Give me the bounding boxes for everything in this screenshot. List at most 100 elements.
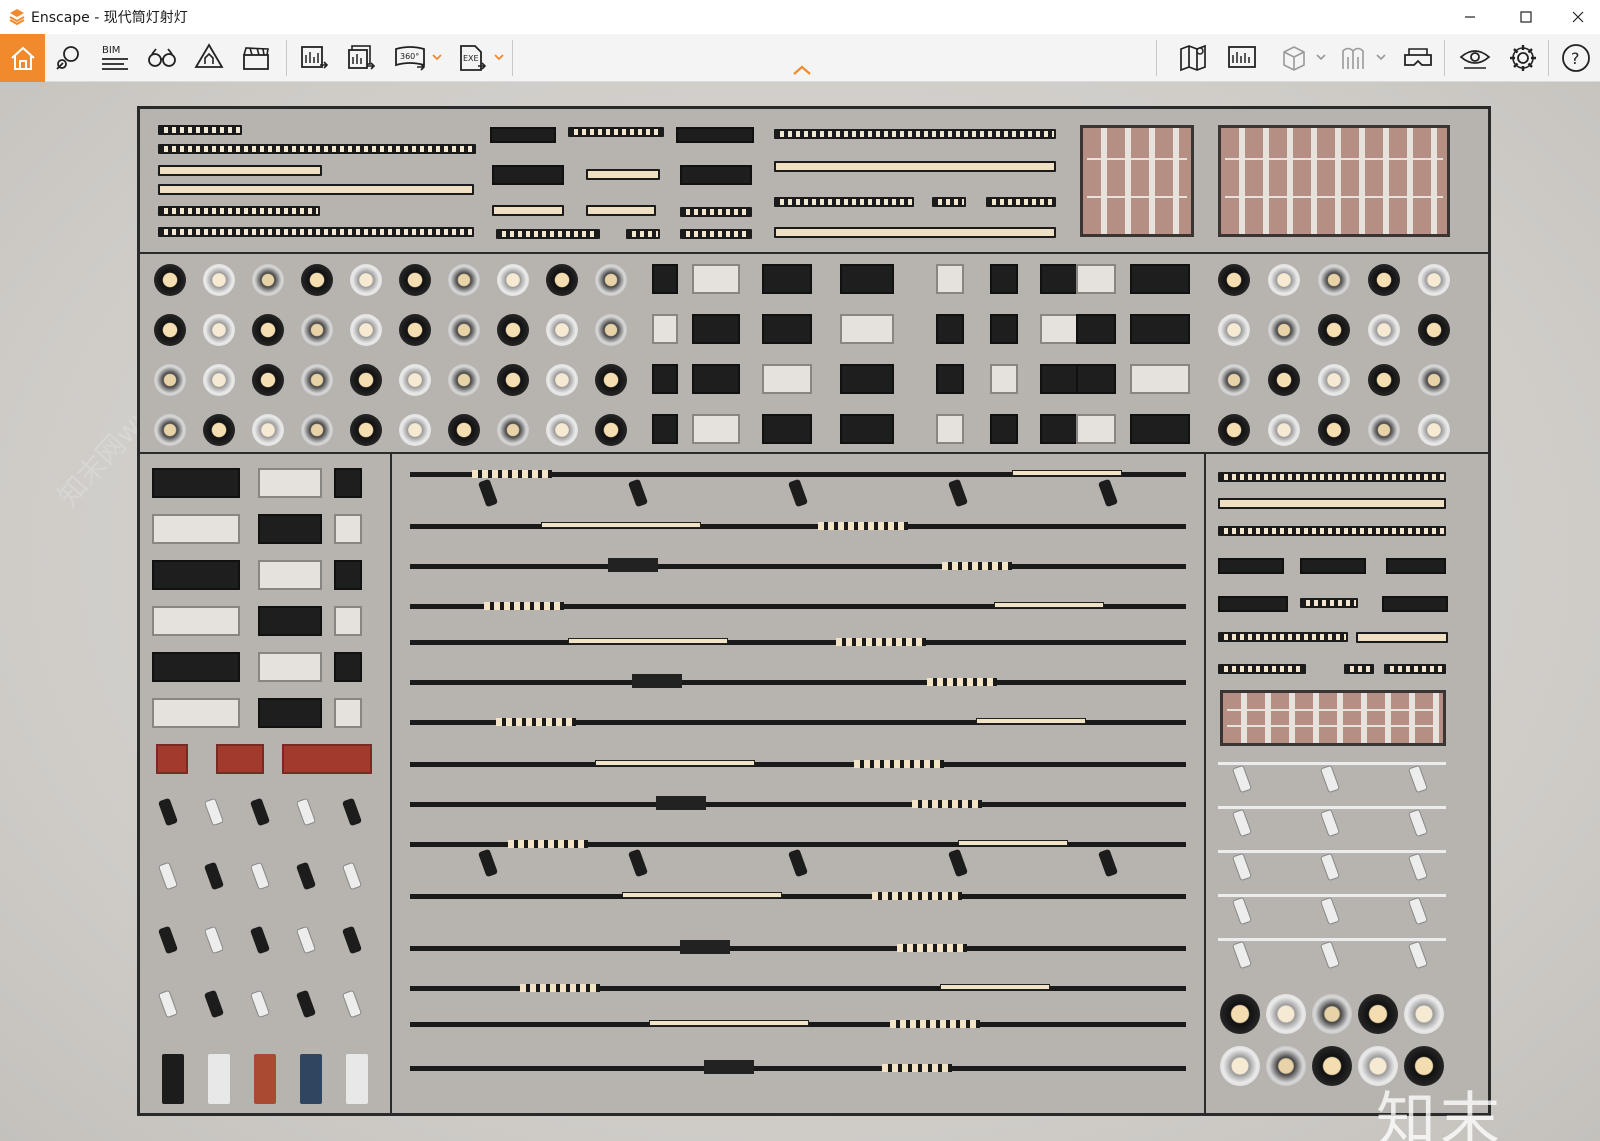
red-downlight — [282, 744, 372, 774]
downlight — [1418, 314, 1450, 346]
maximize-button[interactable] — [1500, 0, 1552, 34]
close-button[interactable] — [1552, 0, 1600, 34]
track-spotlight — [1231, 852, 1253, 882]
settings-button[interactable] — [1503, 38, 1543, 78]
downlight — [203, 414, 235, 446]
linear-light — [490, 127, 556, 143]
video-editor-button[interactable] — [236, 38, 276, 78]
track-rail — [410, 946, 1186, 951]
magnetic-linear-light — [958, 840, 1068, 846]
grille-downlight — [840, 414, 894, 444]
render-screenshot-icon — [301, 46, 329, 69]
grille-downlight — [1130, 364, 1190, 394]
visual-settings-button[interactable] — [1455, 38, 1495, 78]
track-rail — [410, 762, 1186, 767]
render-viewport[interactable]: 知末网www.znzmo.com 知末网www.znzmo.com 知末网www… — [0, 82, 1600, 1141]
magnetic-spot-block — [680, 940, 730, 954]
panorama-button[interactable]: 360° — [390, 38, 430, 78]
surface-downlight — [1220, 994, 1260, 1034]
grille-downlight — [692, 364, 740, 394]
grille-downlight — [258, 468, 322, 498]
track-spotlight — [477, 478, 499, 508]
downlight — [252, 314, 284, 346]
grille-downlight — [152, 698, 240, 728]
grille-light — [1220, 690, 1446, 746]
material-dropdown-icon[interactable] — [1376, 52, 1386, 62]
grille-downlight — [652, 414, 678, 444]
vr-headset-icon — [1404, 48, 1432, 66]
export-dropdown-icon[interactable] — [494, 52, 504, 62]
grille-downlight — [692, 264, 740, 294]
downlight — [350, 364, 382, 396]
grille-downlight — [840, 264, 894, 294]
panorama-dropdown-icon[interactable] — [432, 52, 442, 62]
magnetic-grille-light — [496, 718, 576, 726]
bim-button[interactable]: BIM — [95, 38, 135, 78]
cube-view-button[interactable] — [1274, 38, 1314, 78]
magnetic-linear-light — [649, 1020, 809, 1026]
linear-light — [586, 205, 656, 216]
grille-downlight — [258, 698, 322, 728]
render-image-button[interactable] — [294, 38, 334, 78]
downlight — [1318, 364, 1350, 396]
vr-headset-button[interactable] — [1398, 38, 1438, 78]
track-spotlight — [1097, 848, 1119, 878]
surface-spotlight — [203, 989, 225, 1019]
bim-icon: BIM — [102, 45, 128, 70]
magnetic-grille-light — [508, 840, 588, 848]
downlight — [252, 264, 284, 296]
red-downlight — [156, 744, 188, 774]
track-spotlight — [1407, 764, 1429, 794]
track-rail — [410, 524, 1186, 529]
collapse-toolbar-icon[interactable] — [792, 64, 812, 76]
home-button[interactable] — [0, 34, 45, 82]
linear-light — [496, 229, 600, 239]
magnetic-grille-light — [472, 470, 552, 478]
cube-view-dropdown-icon[interactable] — [1316, 52, 1326, 62]
linear-light — [1218, 472, 1446, 482]
minimize-icon — [1465, 16, 1475, 18]
grille-downlight — [692, 314, 740, 344]
linear-lights-panel — [139, 108, 1489, 253]
grille-downlight — [334, 468, 362, 498]
place-view-button[interactable] — [48, 38, 88, 78]
help-button[interactable]: ? — [1556, 38, 1596, 78]
material-button[interactable] — [1334, 38, 1374, 78]
svg-text:360°: 360° — [400, 52, 419, 61]
map-view-icon — [1180, 44, 1206, 72]
downlight — [448, 264, 480, 296]
export-exe-button[interactable]: EXE — [452, 38, 492, 78]
downlight — [1418, 364, 1450, 396]
downlight — [154, 364, 186, 396]
track-lights-panel — [391, 453, 1205, 1114]
grille-downlight — [152, 606, 240, 636]
grille-downlight — [1130, 264, 1190, 294]
downlight — [1368, 314, 1400, 346]
grille-downlight — [762, 414, 812, 444]
track-spotlight — [1407, 852, 1429, 882]
batch-render-button[interactable] — [341, 38, 381, 78]
svg-text:BIM: BIM — [102, 45, 120, 56]
cylinder-downlight — [208, 1054, 230, 1104]
map-view-button[interactable] — [1174, 38, 1214, 78]
track-spotlight — [1319, 808, 1341, 838]
gallery-button[interactable] — [1222, 38, 1262, 78]
linear-light — [158, 227, 474, 237]
surface-spotlight — [249, 797, 271, 827]
binoculars-button[interactable] — [142, 38, 182, 78]
grille-downlight — [1130, 414, 1190, 444]
minimize-button[interactable] — [1444, 0, 1496, 34]
magnetic-grille-light — [872, 892, 962, 900]
surface-spotlight — [295, 797, 317, 827]
asset-library-button[interactable] — [189, 38, 229, 78]
track-spotlight — [947, 478, 969, 508]
surface-spotlight — [295, 989, 317, 1019]
grille-downlight — [334, 652, 362, 682]
grille-downlight — [334, 514, 362, 544]
maximize-icon — [1520, 11, 1532, 23]
grille-downlight — [258, 560, 322, 590]
grille-light — [1218, 125, 1450, 237]
downlight — [1268, 414, 1300, 446]
linear-light — [158, 144, 476, 154]
cylinder-downlight — [254, 1054, 276, 1104]
